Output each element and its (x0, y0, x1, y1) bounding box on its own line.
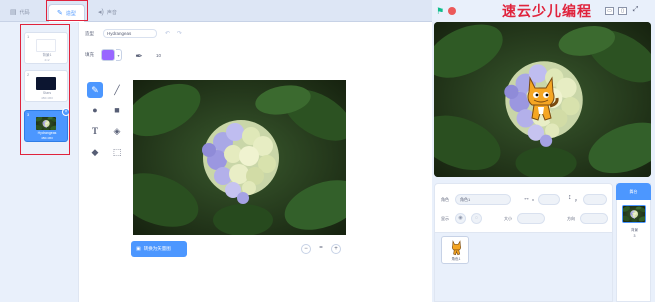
cat-sprite-icon (452, 240, 461, 256)
x-arrow-icon: ↔ (523, 195, 530, 202)
x-label: x (532, 197, 534, 202)
cat-sprite[interactable] (522, 74, 560, 124)
y-input[interactable] (583, 194, 607, 205)
select-tool[interactable]: ⬚ (109, 144, 125, 160)
tab-sounds[interactable]: ◂) 声音 (90, 4, 125, 22)
annotation-box-costume-list (20, 24, 70, 155)
sprite-list: 角色1 (434, 233, 613, 302)
rectangle-tool[interactable]: ■ (109, 102, 125, 118)
stage-thumbnail[interactable] (622, 205, 646, 223)
y-arrow-icon: ↕ (568, 194, 572, 201)
hide-visible-icon[interactable]: ◌ (471, 213, 482, 224)
costume-name-label: 造型 (85, 31, 94, 36)
size-input[interactable] (517, 213, 545, 224)
image-icon: ▣ (136, 246, 141, 252)
direction-input[interactable] (580, 213, 608, 224)
costume-name-input[interactable]: Hydrangeas (103, 29, 157, 38)
zoom-reset-button[interactable]: = (316, 244, 326, 254)
stage-pane-title: 舞台 (616, 183, 651, 200)
eraser-icon: ◆ (91, 147, 99, 157)
fill-color-swatch[interactable] (101, 49, 115, 61)
fill-tool[interactable]: ◈ (109, 123, 125, 139)
rectangle-icon: ■ (114, 105, 120, 115)
convert-button-label: 转换为矢量图 (143, 246, 171, 251)
x-input[interactable] (538, 194, 560, 205)
redo-icon[interactable]: ↷ (177, 30, 182, 37)
backdrop-label: 背景 (631, 228, 638, 232)
tab-sounds-label: 声音 (106, 10, 117, 16)
sprite-name-input[interactable]: 角色1 (455, 194, 511, 205)
small-stage-icon[interactable]: ▭ (605, 7, 614, 15)
zoom-out-icon[interactable]: − (301, 244, 311, 254)
paint-editor: 造型 Hydrangeas ↶ ↷ 填充 ▾ ✒ 10 ✎ ╱ ● ■ T ◈ … (78, 22, 432, 302)
stage-header: ⚑ 速云少儿编程 ▭ ▯ ⤢ (432, 0, 655, 22)
stage-selector[interactable]: 舞台 背景 3 (616, 183, 651, 302)
code-icon: ▤ (10, 9, 17, 16)
circle-icon: ● (92, 105, 98, 115)
annotation-box-costumes-tab (46, 0, 88, 21)
sprite-tile[interactable]: 角色1 (441, 236, 469, 264)
tab-code-label: 代码 (19, 10, 30, 16)
sprite-name-label: 角色 (441, 197, 449, 202)
circle-tool[interactable]: ● (87, 102, 103, 118)
y-label: y (575, 197, 577, 202)
text-icon: T (91, 126, 98, 136)
size-label: 大小 (504, 216, 512, 221)
chevron-down-icon[interactable]: ▾ (116, 49, 122, 61)
paint-bucket-icon: ◈ (113, 126, 121, 136)
paint-editor-window: ▤ 代码 ✎ 造型 ◂) 声音 1 背景1 2×2 2 Stars 480×360 3… (0, 0, 655, 302)
line-icon: ╱ (114, 85, 120, 95)
outline-width-value[interactable]: 10 (156, 53, 161, 58)
line-tool[interactable]: ╱ (109, 82, 125, 98)
sprite-name: 角色1 (451, 257, 461, 261)
convert-to-vector-button[interactable]: ▣ 转换为矢量图 (131, 241, 187, 257)
zoom-in-icon[interactable]: + (331, 244, 341, 254)
select-icon: ⬚ (112, 147, 122, 157)
show-label: 显示 (441, 216, 449, 221)
eyedropper-icon[interactable]: ✒ (133, 50, 145, 62)
large-stage-icon[interactable]: ▯ (618, 7, 627, 15)
fill-label: 填充 (85, 52, 94, 57)
tab-code[interactable]: ▤ 代码 (2, 4, 38, 22)
green-flag-icon[interactable]: ⚑ (436, 6, 444, 17)
undo-icon[interactable]: ↶ (165, 30, 170, 37)
backdrop-count: 3 (633, 234, 636, 238)
stop-icon[interactable] (448, 7, 456, 15)
fullscreen-icon[interactable]: ⤢ (631, 6, 640, 15)
brush-icon: ✎ (91, 85, 99, 95)
brush-tool[interactable]: ✎ (87, 82, 103, 98)
watermark-text: 速云少儿编程 (502, 4, 592, 20)
stage-preview[interactable] (434, 22, 651, 177)
show-visible-icon[interactable]: ◉ (455, 213, 466, 224)
sound-icon: ◂) (98, 9, 104, 16)
eraser-tool[interactable]: ◆ (87, 144, 103, 160)
sprite-info-panel: 角色 角色1 ↔ x ↕ y 显示 ◉ ◌ 大小 方向 (434, 183, 613, 233)
direction-label: 方向 (567, 216, 575, 221)
drawing-canvas[interactable] (133, 80, 346, 235)
text-tool[interactable]: T (87, 123, 103, 139)
